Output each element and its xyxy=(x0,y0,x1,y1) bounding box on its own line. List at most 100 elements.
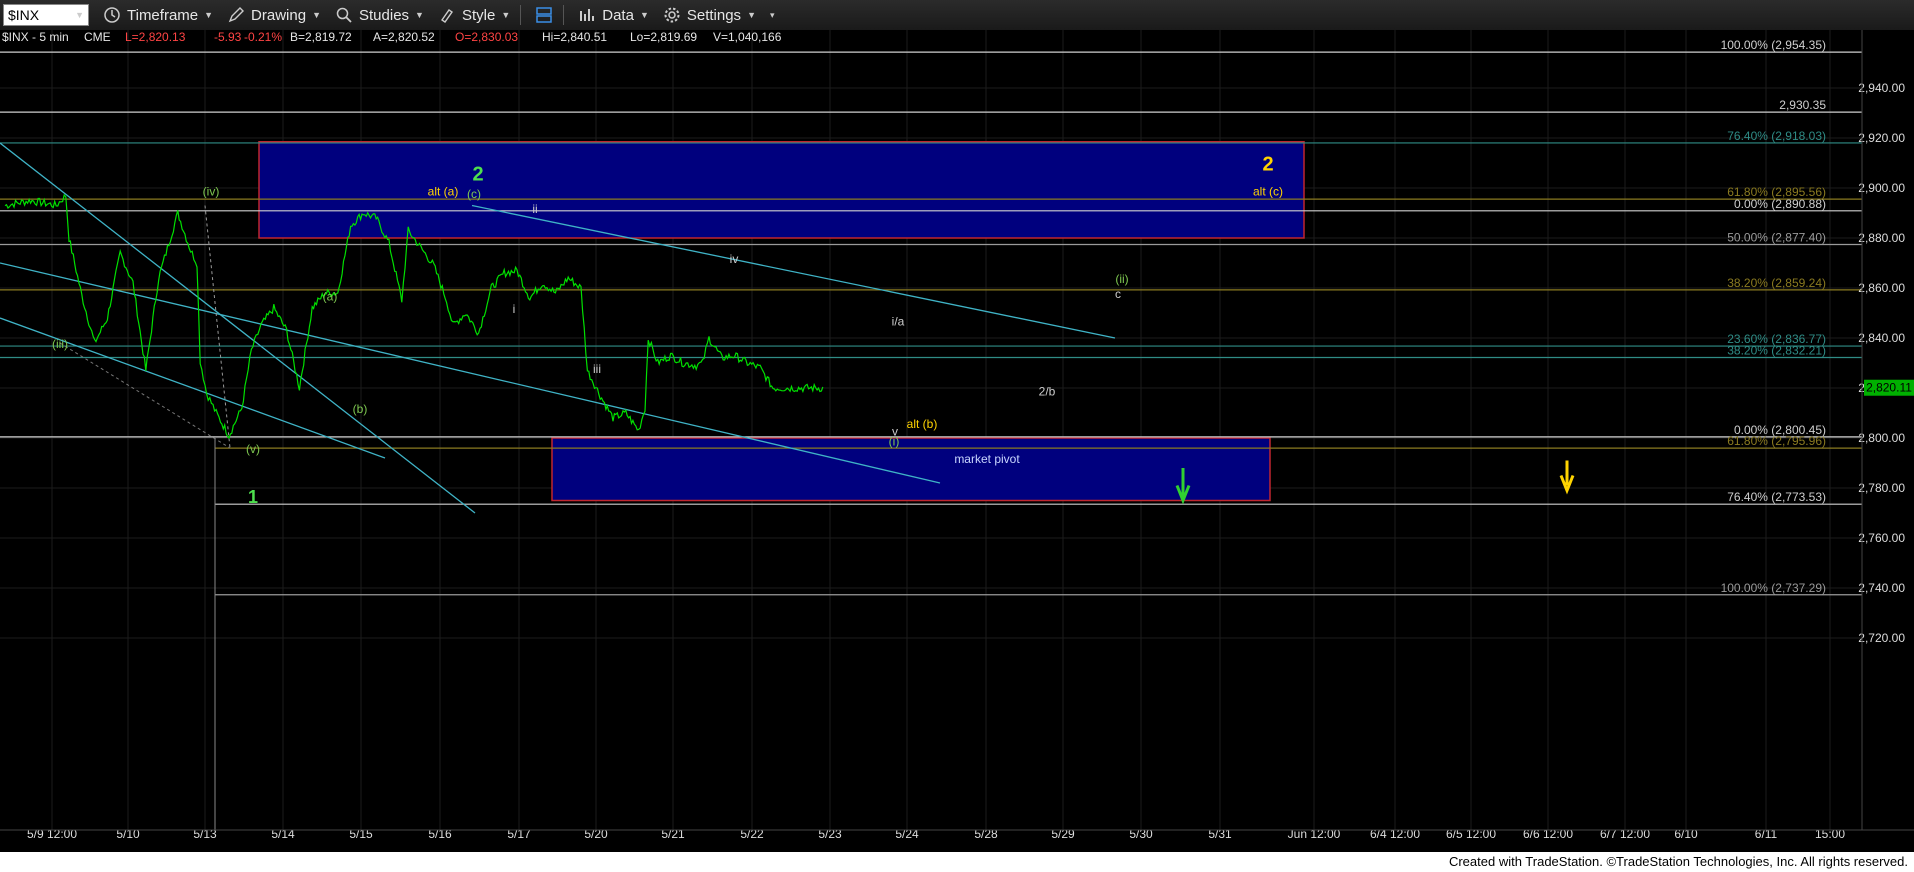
header-open: O=2,830.03 xyxy=(455,30,518,44)
header-low: Lo=2,819.69 xyxy=(630,30,697,44)
header-volume: V=1,040,166 xyxy=(713,30,782,44)
header-high: Hi=2,840.51 xyxy=(542,30,607,44)
wave-label: c xyxy=(1115,287,1121,301)
x-tick-label: Jun 12:00 xyxy=(1288,827,1341,841)
header-change: -5.93 xyxy=(214,30,242,44)
wave-label: 2 xyxy=(472,164,483,186)
chevron-down-icon[interactable]: ▼ xyxy=(75,10,84,20)
timeframe-label: Timeframe xyxy=(127,6,199,24)
y-tick-label: 2,880.00 xyxy=(1858,231,1905,245)
settings-label: Settings xyxy=(686,6,742,24)
y-tick-label: 2,860.00 xyxy=(1858,281,1905,295)
wave-label: market pivot xyxy=(954,452,1020,466)
y-tick-label: 2,940.00 xyxy=(1858,81,1905,95)
x-tick-label: 5/10 xyxy=(116,827,140,841)
x-tick-label: 15:00 xyxy=(1815,827,1845,841)
clock-icon xyxy=(104,7,120,23)
studies-label: Studies xyxy=(359,6,410,24)
x-tick-label: 6/7 12:00 xyxy=(1600,827,1650,841)
y-tick-label: 2,840.00 xyxy=(1858,331,1905,345)
fib-label: 50.00% (2,877.40) xyxy=(1727,231,1826,245)
wave-label: i xyxy=(513,302,516,316)
x-tick-label: 5/17 xyxy=(507,827,531,841)
wave-label: alt (a) xyxy=(428,185,459,199)
price-chart[interactable]: 100.00% (2,954.35) 2,930.35 76.40% (2,918.… xyxy=(0,30,1914,852)
wave-label: i/a xyxy=(892,315,905,329)
toolbar-divider xyxy=(563,5,565,25)
x-tick-label: 5/28 xyxy=(974,827,998,841)
header-symbol: $INX - 5 min xyxy=(2,30,69,44)
last-price-label: 2,820.11 xyxy=(1866,381,1912,395)
y-tick-label: 2,920.00 xyxy=(1858,131,1905,145)
x-tick-label: 5/23 xyxy=(818,827,842,841)
settings-menu[interactable]: Settings ▼ xyxy=(663,6,756,24)
wave-label: (v) xyxy=(246,442,260,456)
drawing-label: Drawing xyxy=(251,6,307,24)
x-tick-label: 6/4 12:00 xyxy=(1370,827,1420,841)
x-tick-label: 5/31 xyxy=(1208,827,1232,841)
bar-chart-icon xyxy=(580,9,595,21)
timeframe-menu[interactable]: Timeframe ▼ xyxy=(103,6,213,24)
x-tick-label: 5/30 xyxy=(1129,827,1153,841)
y-tick-label: 2,780.00 xyxy=(1858,481,1905,495)
caret-down-icon: ▼ xyxy=(747,10,756,20)
x-tick-label: 5/13 xyxy=(193,827,217,841)
fib-label: 0.00% (2,890.88) xyxy=(1734,197,1826,211)
wave-label: ii xyxy=(532,202,537,216)
symbol-input[interactable]: $INX ▼ xyxy=(3,4,89,26)
data-menu[interactable]: Data ▼ xyxy=(578,6,649,24)
wave-label: (iv) xyxy=(203,185,220,199)
x-tick-label: 5/20 xyxy=(584,827,608,841)
header-exchange: CME xyxy=(84,30,111,44)
header-last: L=2,820.13 xyxy=(125,30,186,44)
toolbar-divider xyxy=(520,5,522,25)
caret-down-icon: ▼ xyxy=(415,10,424,20)
y-tick-label: 2,720.00 xyxy=(1858,631,1905,645)
overflow-menu[interactable]: ▾ xyxy=(770,10,775,21)
fib-label: 38.20% (2,859.24) xyxy=(1727,276,1826,290)
data-label: Data xyxy=(602,6,634,24)
wave-label: iii xyxy=(593,362,601,376)
footer-credit: Created with TradeStation. ©TradeStation… xyxy=(0,852,1914,872)
symbol-value: $INX xyxy=(8,7,40,23)
header-pct: -0.21% xyxy=(244,30,282,44)
x-tick-label: 6/6 12:00 xyxy=(1523,827,1573,841)
wave-label: (i) xyxy=(889,435,900,449)
layout-icon xyxy=(536,7,552,23)
toolbar: $INX ▼ Timeframe ▼ Drawing ▼ Studies ▼ S… xyxy=(0,0,1914,31)
header-ask: A=2,820.52 xyxy=(373,30,435,44)
caret-down-icon: ▼ xyxy=(639,10,649,20)
drawing-menu[interactable]: Drawing ▼ xyxy=(227,6,321,24)
caret-down-icon: ▼ xyxy=(204,10,214,20)
caret-down-icon: ▾ xyxy=(769,9,775,20)
market-pivot-box xyxy=(551,437,1271,502)
x-tick-label: 5/15 xyxy=(349,827,373,841)
fib-label: 76.40% (2,918.03) xyxy=(1727,129,1826,143)
x-tick-label: 5/24 xyxy=(895,827,919,841)
wave-label: (a) xyxy=(323,290,338,304)
studies-menu[interactable]: Studies ▼ xyxy=(335,6,424,24)
fib-label: 2,930.35 xyxy=(1779,98,1826,112)
caret-down-icon: ▼ xyxy=(312,10,321,20)
wave-label: 2/b xyxy=(1039,385,1056,399)
wave-label: alt (b) xyxy=(907,417,938,431)
fib-label: 61.80% (2,795.96) xyxy=(1727,434,1826,448)
style-label: Style xyxy=(461,6,496,24)
x-tick-label: 6/10 xyxy=(1674,827,1698,841)
y-tick-label: 2,800.00 xyxy=(1858,431,1905,445)
layout-button[interactable] xyxy=(535,6,553,24)
pencil-icon xyxy=(228,7,245,23)
upper-target-box xyxy=(258,141,1305,239)
fib-label: 76.40% (2,773.53) xyxy=(1727,490,1826,504)
x-tick-label: 5/22 xyxy=(740,827,764,841)
style-menu[interactable]: Style ▼ xyxy=(438,6,510,24)
caret-down-icon: ▼ xyxy=(501,10,511,20)
x-tick-label: 5/16 xyxy=(428,827,452,841)
fib-label: 100.00% (2,737.29) xyxy=(1721,581,1826,595)
gear-icon xyxy=(664,7,680,23)
x-tick-label: 5/29 xyxy=(1051,827,1075,841)
x-tick-label: 5/9 12:00 xyxy=(27,827,77,841)
fib-label: 100.00% (2,954.35) xyxy=(1721,38,1826,52)
x-tick-label: 6/11 xyxy=(1755,827,1778,841)
x-tick-label: 5/14 xyxy=(271,827,295,841)
